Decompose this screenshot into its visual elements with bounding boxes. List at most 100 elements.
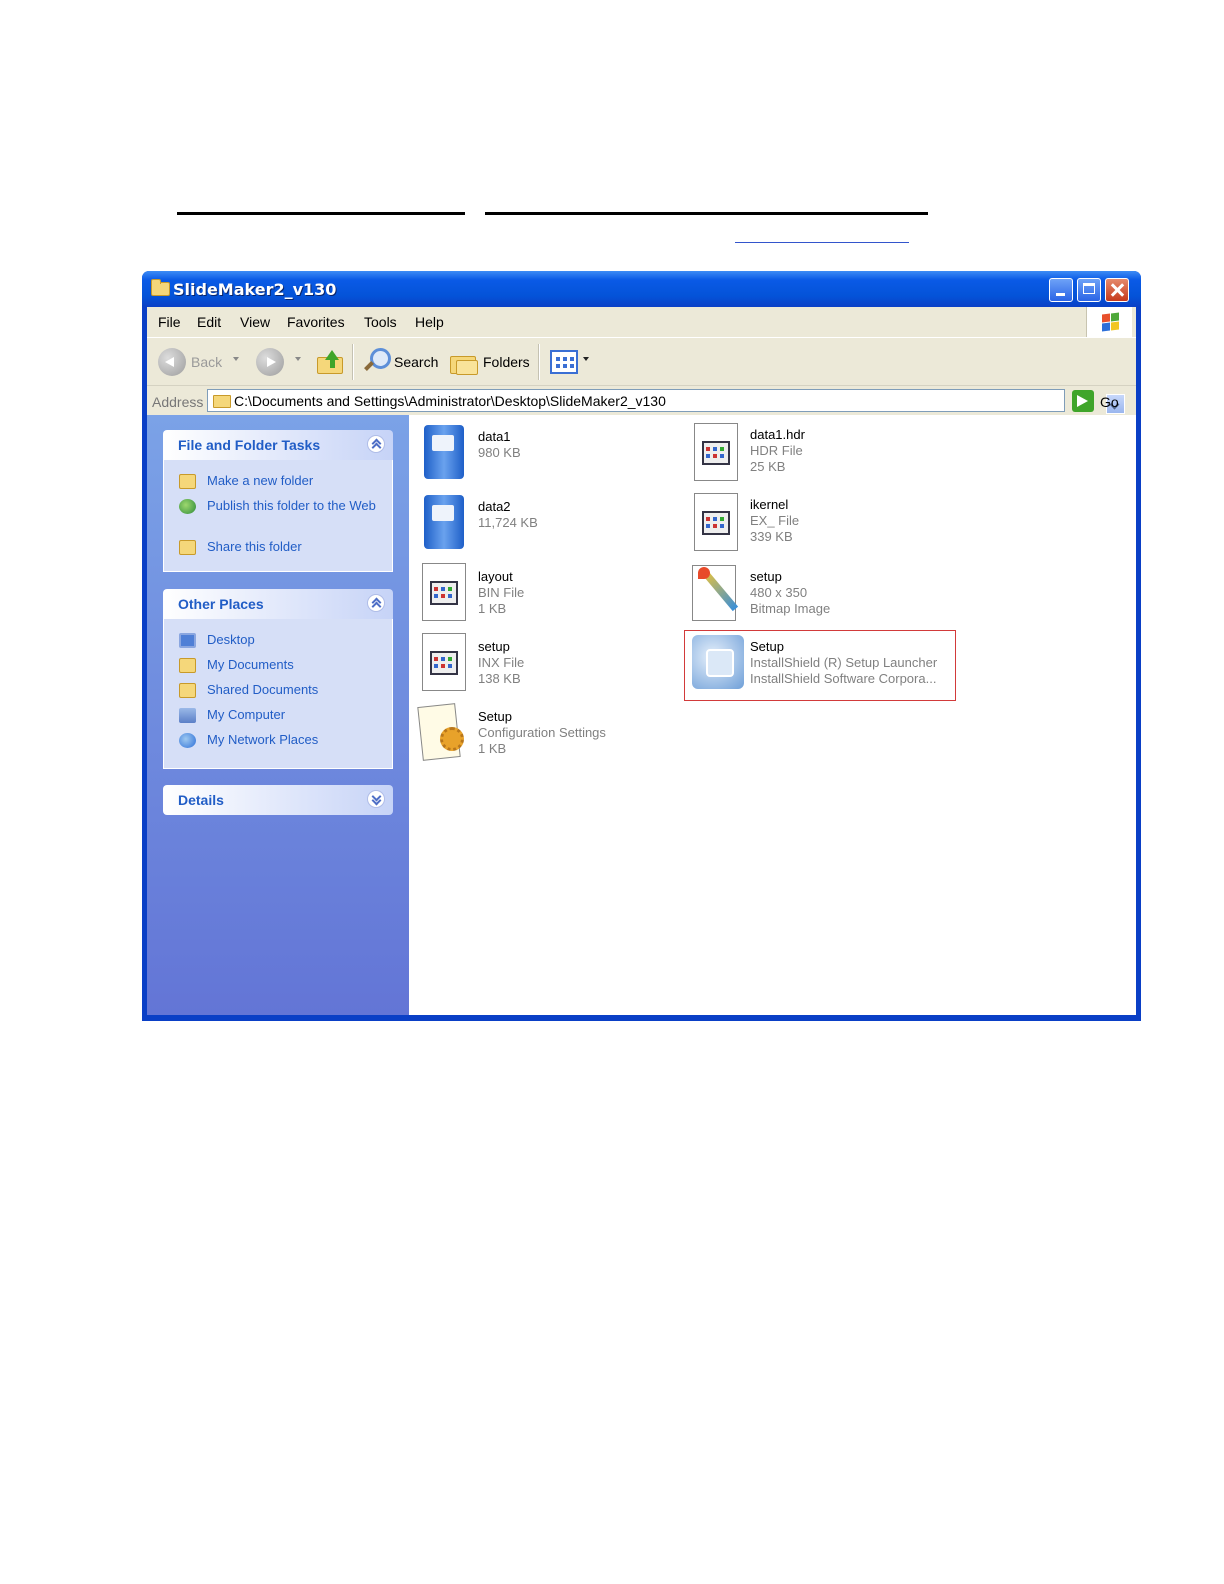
- place-label[interactable]: My Network Places: [207, 732, 377, 748]
- generic-file-icon: [418, 633, 470, 693]
- back-dropdown-icon[interactable]: [233, 357, 239, 361]
- network-globe-icon: [179, 733, 196, 748]
- installer-icon: [690, 633, 744, 693]
- generic-file-icon: [690, 423, 742, 483]
- file-meta: 980 KB: [478, 445, 521, 460]
- address-label: Address: [152, 394, 204, 410]
- file-meta: 339 KB: [750, 529, 793, 544]
- file-name[interactable]: Setup: [478, 709, 512, 725]
- settings-file-icon: [417, 703, 470, 763]
- menu-favorites[interactable]: Favorites: [287, 314, 345, 330]
- generic-file-icon: [690, 493, 742, 553]
- address-bar: Address C:\Documents and Settings\Admini…: [147, 385, 1136, 416]
- address-field[interactable]: C:\Documents and Settings\Administrator\…: [207, 389, 1125, 414]
- menu-bar: File Edit View Favorites Tools Help: [147, 307, 1136, 337]
- documents-folder-icon: [179, 658, 196, 673]
- file-meta: EX_ File: [750, 513, 800, 528]
- computer-icon: [179, 708, 196, 723]
- views-dropdown-icon[interactable]: [583, 357, 589, 361]
- forward-arrow-icon[interactable]: [256, 348, 284, 376]
- menu-edit[interactable]: Edit: [197, 314, 221, 330]
- place-label[interactable]: My Computer: [207, 707, 377, 723]
- file-meta: BIN File: [478, 585, 525, 600]
- expand-icon[interactable]: [367, 790, 385, 808]
- new-folder-icon: [179, 474, 196, 489]
- collapse-icon[interactable]: [367, 435, 385, 453]
- globe-icon: [179, 499, 196, 514]
- forward-dropdown-icon[interactable]: [295, 357, 301, 361]
- other-places-header[interactable]: Other Places: [163, 589, 393, 619]
- place-label[interactable]: Shared Documents: [207, 682, 377, 698]
- file-name[interactable]: data1: [478, 429, 511, 445]
- task-label[interactable]: Make a new folder: [207, 473, 377, 489]
- folder-icon: [213, 395, 231, 408]
- close-button[interactable]: [1105, 278, 1129, 302]
- windows-logo-icon: [1086, 307, 1132, 337]
- file-name[interactable]: ikernel: [750, 497, 788, 513]
- file-meta: InstallShield Software Corpora...: [750, 671, 937, 686]
- paint-icon: [690, 563, 742, 623]
- file-name[interactable]: data2: [478, 499, 511, 515]
- menu-file[interactable]: File: [158, 314, 181, 330]
- file-name[interactable]: setup: [750, 569, 782, 585]
- menu-help[interactable]: Help: [415, 314, 444, 330]
- file-tasks-title: File and Folder Tasks: [178, 437, 321, 453]
- file-meta: 138 KB: [478, 671, 521, 686]
- title-bar[interactable]: SlideMaker2_v130: [142, 271, 1141, 307]
- file-name[interactable]: Setup: [750, 639, 784, 655]
- file-list: data1 980 KB data2 11,724 KB layout BIN …: [409, 415, 1136, 1015]
- task-label[interactable]: Share this folder: [207, 539, 377, 555]
- maximize-button[interactable]: [1077, 278, 1101, 302]
- file-tasks-panel: Make a new folder Publish this folder to…: [163, 460, 393, 572]
- file-tasks-header[interactable]: File and Folder Tasks: [163, 430, 393, 460]
- go-button-label[interactable]: Go: [1100, 394, 1119, 410]
- back-arrow-icon[interactable]: [158, 348, 186, 376]
- views-icon[interactable]: [550, 350, 578, 374]
- file-name[interactable]: layout: [478, 569, 513, 585]
- search-icon[interactable]: [362, 348, 392, 378]
- desktop-icon: [179, 633, 196, 648]
- task-label[interactable]: Publish this folder to the Web: [207, 498, 377, 514]
- folders-button-label[interactable]: Folders: [483, 354, 530, 370]
- file-name[interactable]: data1.hdr: [750, 427, 805, 443]
- underline-rule-left: [177, 212, 465, 215]
- file-meta: Configuration Settings: [478, 725, 606, 740]
- cabinet-icon: [418, 423, 470, 483]
- place-label[interactable]: My Documents: [207, 657, 377, 673]
- explorer-window: SlideMaker2_v130 File Edit View Favorite…: [142, 271, 1141, 1021]
- folders-icon[interactable]: [450, 352, 478, 375]
- go-arrow-icon[interactable]: [1072, 390, 1094, 412]
- file-meta: 25 KB: [750, 459, 786, 474]
- up-folder-icon[interactable]: [317, 350, 343, 374]
- file-name[interactable]: setup: [478, 639, 510, 655]
- menu-tools[interactable]: Tools: [364, 314, 397, 330]
- address-path[interactable]: C:\Documents and Settings\Administrator\…: [234, 393, 666, 409]
- cabinet-icon: [418, 493, 470, 553]
- file-meta: HDR File: [750, 443, 803, 458]
- underline-rule-right: [485, 212, 928, 215]
- window-title: SlideMaker2_v130: [173, 280, 337, 299]
- other-places-title: Other Places: [178, 596, 264, 612]
- shared-folder-icon: [179, 683, 196, 698]
- details-title: Details: [178, 792, 224, 808]
- generic-file-icon: [418, 563, 470, 623]
- task-pane: File and Folder Tasks Make a new folder …: [147, 415, 409, 1015]
- file-meta: 1 KB: [478, 741, 507, 756]
- toolbar-separator: [538, 344, 540, 380]
- file-meta: 1 KB: [478, 601, 507, 616]
- place-label[interactable]: Desktop: [207, 632, 377, 648]
- share-folder-icon: [179, 540, 196, 555]
- file-meta: INX File: [478, 655, 525, 670]
- file-meta: InstallShield (R) Setup Launcher: [750, 655, 938, 670]
- minimize-button[interactable]: [1049, 278, 1073, 302]
- link-underline: [735, 242, 909, 243]
- search-button-label[interactable]: Search: [394, 354, 438, 370]
- menu-view[interactable]: View: [240, 314, 270, 330]
- file-meta: Bitmap Image: [750, 601, 831, 616]
- details-header[interactable]: Details: [163, 785, 393, 815]
- back-button-label[interactable]: Back: [191, 354, 222, 370]
- toolbar: Back Search Folders: [147, 337, 1136, 386]
- collapse-icon[interactable]: [367, 594, 385, 612]
- file-meta: 11,724 KB: [478, 515, 538, 530]
- folder-icon: [151, 279, 170, 296]
